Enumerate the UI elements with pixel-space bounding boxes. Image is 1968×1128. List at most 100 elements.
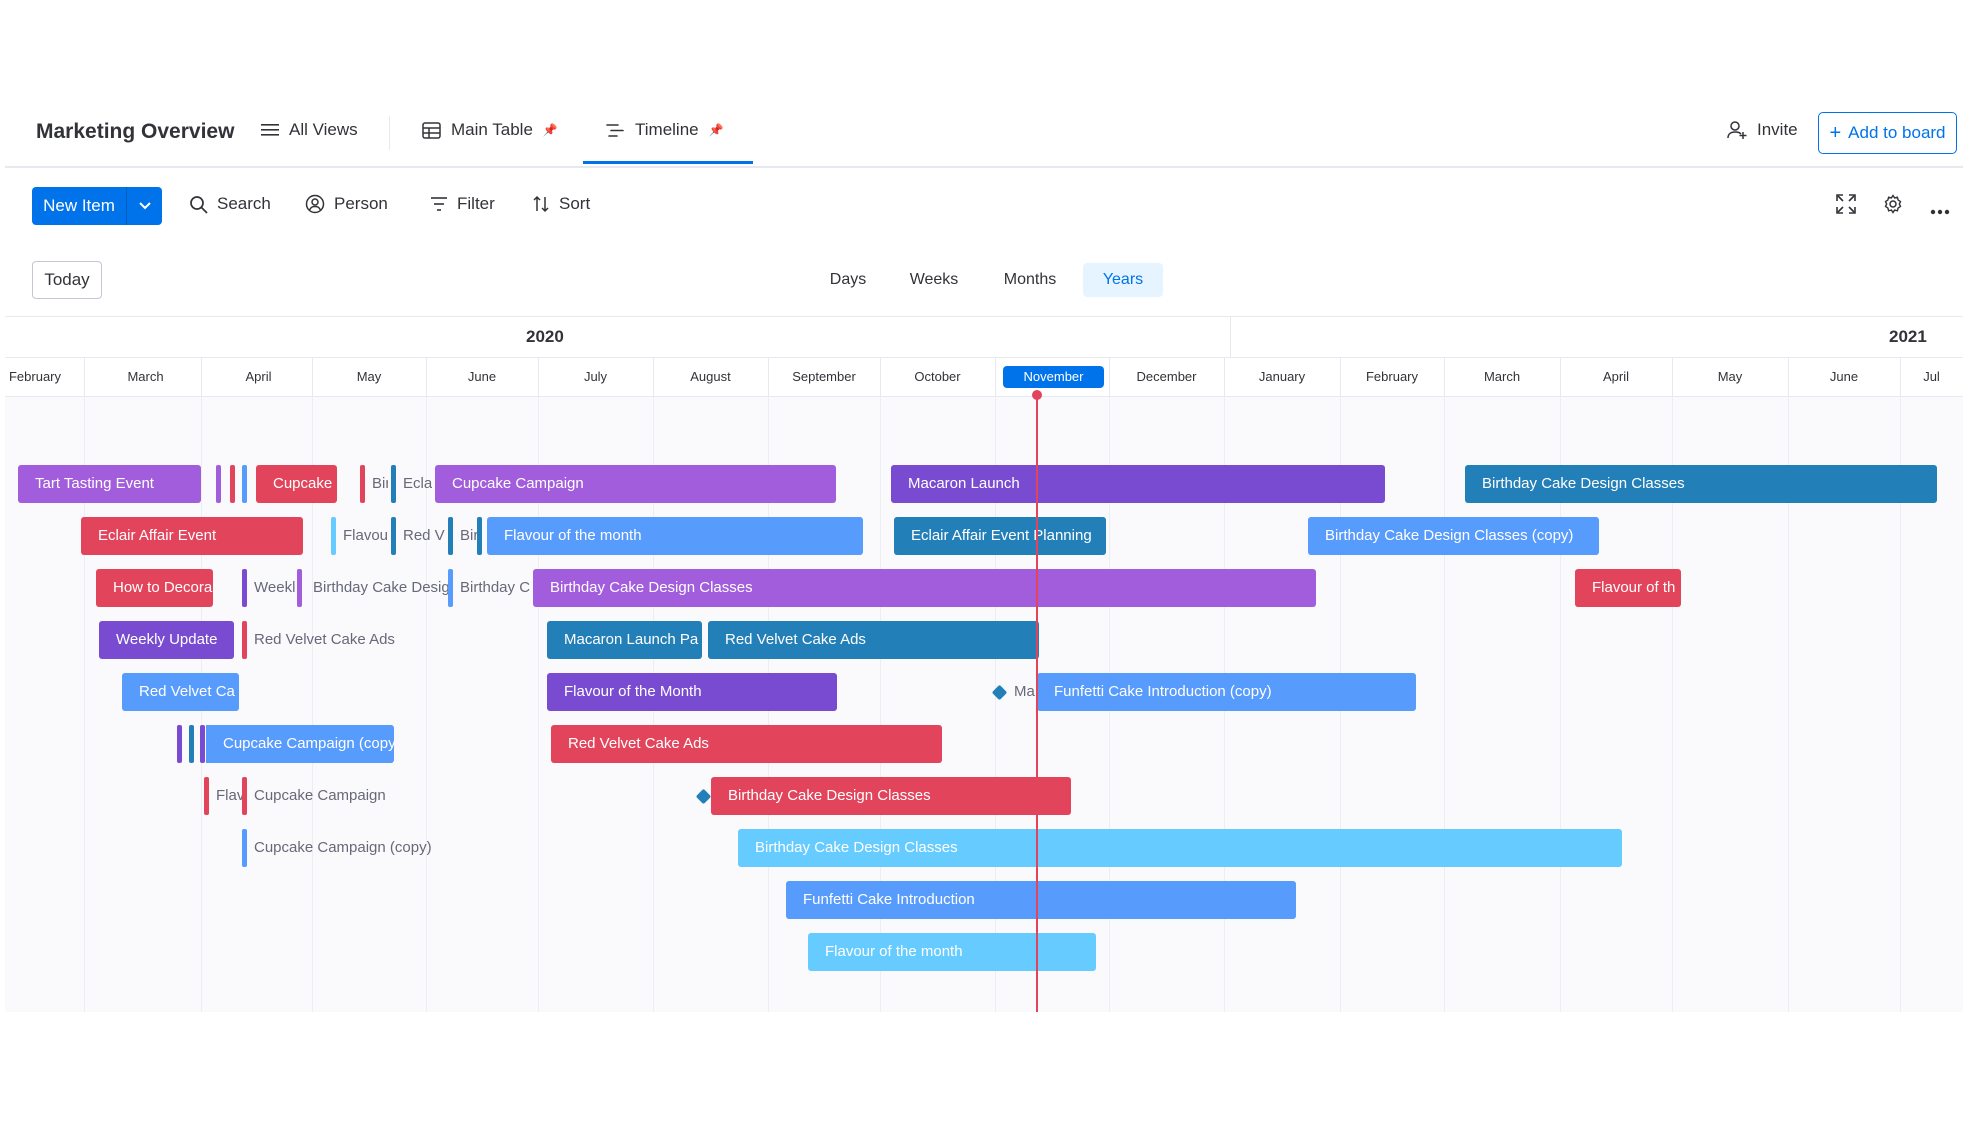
timeline-item-stub[interactable] [216,465,221,503]
grid-line [1444,397,1445,1012]
pin-icon: 📌 [708,123,724,137]
timeline-item[interactable]: Eclair Affair Event Planning [894,517,1106,555]
timeline-item[interactable]: Cupcake Campaign [435,465,836,503]
timeline-item[interactable]: Birthday Cake Design Classes [1465,465,1937,503]
timeline-item[interactable]: Macaron Launch Pa [547,621,702,659]
filter-label: Filter [457,194,495,213]
sort-button[interactable]: Sort [532,194,590,214]
timeline-item[interactable]: How to Decora [96,569,213,607]
month-label: December [1136,369,1197,384]
timeline-item[interactable]: Funfetti Cake Introduction (copy) [1037,673,1416,711]
timeline-item[interactable]: Macaron Launch [891,465,1385,503]
timeline-item-stub[interactable] [391,465,396,503]
timeline-item-stub[interactable] [200,725,205,763]
timeline-item-stub[interactable] [177,725,182,763]
invite-label: Invite [1757,120,1798,139]
board-header: Marketing Overview All Views Main Table … [5,96,1963,168]
settings-button[interactable] [1883,194,1903,219]
timeline-item[interactable]: Birthday Cake Design Classes [711,777,1071,815]
month-label: June [467,369,497,384]
timeline-item[interactable]: Funfetti Cake Introduction [786,881,1296,919]
search-icon [190,195,208,214]
timeline-item-stub[interactable] [230,465,235,503]
tab-main-table-label: Main Table [451,120,533,139]
active-tab-indicator [583,161,753,164]
board-title[interactable]: Marketing Overview [36,120,234,144]
timeline-item-stub[interactable] [477,517,482,555]
today-marker-dot [1032,390,1042,400]
timeline-item[interactable]: Flavour of th [1575,569,1681,607]
sort-icon [533,195,549,213]
plus-icon: + [1829,122,1842,144]
timeline-item-label: Eclai [403,475,432,492]
timeline-icon [606,123,624,137]
timeline-item-label: Birthday Cake Desig [313,579,450,596]
timeline-item[interactable]: Birthday Cake Design Classes (copy) [1308,517,1599,555]
month-label: April [245,369,272,384]
timeline-item-stub[interactable] [331,517,336,555]
timeline-item-stub[interactable] [391,517,396,555]
more-options-button[interactable] [1930,202,1950,220]
search-button[interactable]: Search [189,194,271,214]
all-views-button[interactable]: All Views [261,120,358,140]
tab-main-table[interactable]: Main Table 📌 [422,120,558,140]
filter-button[interactable]: Filter [430,194,495,214]
timeline-item[interactable]: Cupcake Campaign (copy) [206,725,394,763]
new-item-dropdown[interactable] [127,202,162,210]
current-month-badge: November [1003,366,1104,388]
month-label: Jul [1923,369,1940,384]
header-divider [389,116,390,150]
timeline-item-stub[interactable] [242,777,247,815]
new-item-button[interactable]: New Item [32,187,162,225]
fullscreen-icon [1836,194,1856,214]
month-header: February March April May June July Augus… [5,357,1963,397]
timeline-item[interactable]: Cupcake [256,465,337,503]
timeline-item[interactable]: Flavour of the Month [547,673,837,711]
timeline-item-stub[interactable] [448,517,453,555]
timeline-grid: Tart Tasting Event Cupcake Bir Eclai Cup… [5,397,1963,1012]
zoom-weeks[interactable]: Weeks [902,263,966,297]
table-icon [422,121,441,139]
add-to-board-label: Add to board [1848,123,1946,142]
today-button[interactable]: Today [32,261,102,299]
timeline-item-stub[interactable] [297,569,302,607]
zoom-years[interactable]: Years [1083,263,1163,297]
timeline-item-stub[interactable] [360,465,365,503]
today-line [1036,397,1038,1012]
all-views-label: All Views [289,120,358,139]
timeline-item-label: Cupcake Campaign [254,787,386,804]
timeline-item[interactable]: Red Velvet Cake Ads [708,621,1039,659]
timeline-item-stub[interactable] [189,725,194,763]
year-label: 2021 [1889,327,1927,346]
timeline-item[interactable]: Flavour of the month [487,517,863,555]
timeline-item-stub[interactable] [242,829,247,867]
add-to-board-button[interactable]: + Add to board [1818,112,1957,154]
milestone-marker[interactable] [695,788,712,805]
person-label: Person [334,194,388,213]
invite-button[interactable]: Invite [1727,120,1798,140]
grid-line [880,397,881,1012]
zoom-days[interactable]: Days [822,263,874,297]
timeline-item-stub[interactable] [242,569,247,607]
timeline-item-label: Bir [460,527,477,544]
timeline-item-stub[interactable] [448,569,453,607]
tab-timeline[interactable]: Timeline 📌 [606,120,724,140]
fullscreen-button[interactable] [1836,194,1856,219]
timeline-item[interactable]: Weekly Update [99,621,234,659]
timeline-item[interactable]: Eclair Affair Event [81,517,303,555]
timeline-item[interactable]: Flavour of the month [808,933,1096,971]
zoom-months[interactable]: Months [994,263,1066,297]
timeline-item[interactable]: Birthday Cake Design Classes [738,829,1622,867]
timeline-item-stub[interactable] [242,465,247,503]
timeline-item-label: Bir [372,475,388,492]
year-divider [1230,317,1231,357]
timeline-item[interactable]: Birthday Cake Design Classes [533,569,1316,607]
timeline-item[interactable]: Tart Tasting Event [18,465,201,503]
person-filter-button[interactable]: Person [305,194,388,214]
timeline-item-stub[interactable] [242,621,247,659]
month-divider [995,358,996,396]
timeline-item-label: Flav [216,787,242,804]
timeline-item[interactable]: Red Velvet Ca [122,673,239,711]
timeline-item[interactable]: Red Velvet Cake Ads [551,725,942,763]
timeline-item-stub[interactable] [204,777,209,815]
